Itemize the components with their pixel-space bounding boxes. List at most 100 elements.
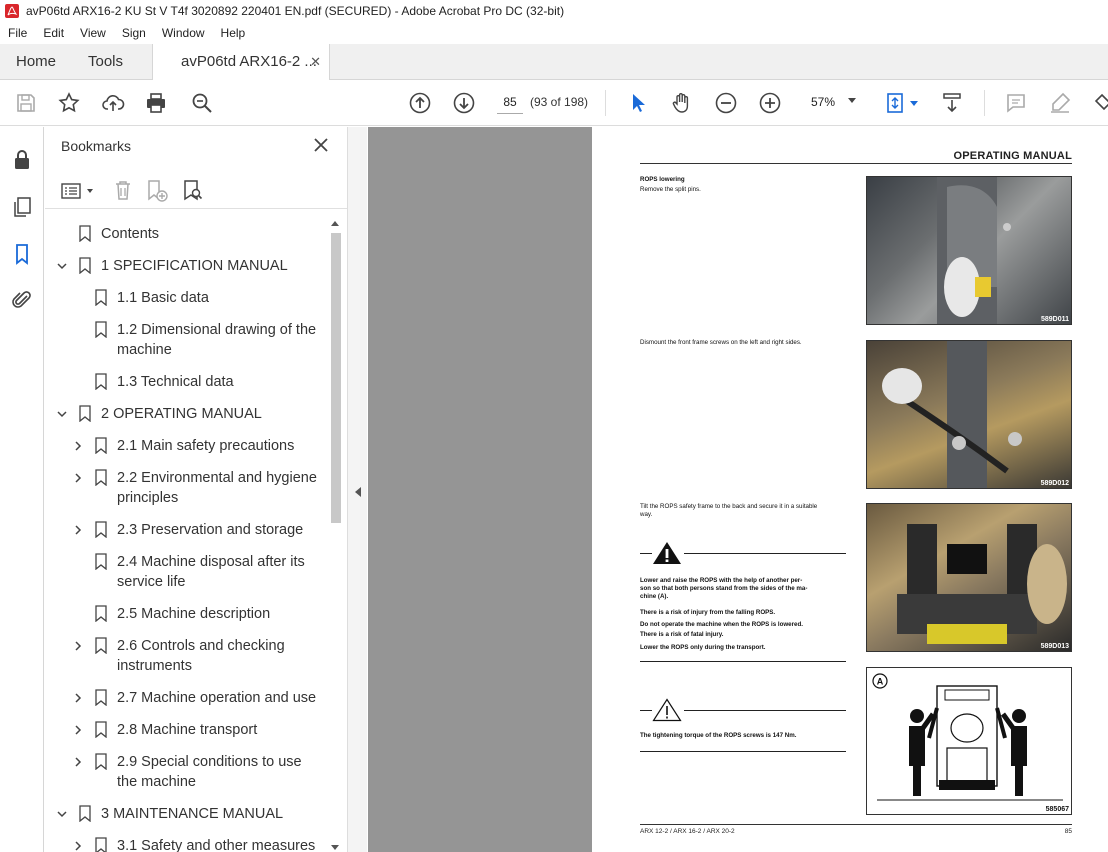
chevron-right-icon[interactable]: [73, 641, 83, 651]
select-cursor-icon[interactable]: [626, 91, 650, 115]
page-thumbnails-icon[interactable]: [10, 195, 34, 219]
bookmark-icon: [79, 805, 91, 822]
bookmark-item[interactable]: 1 SPECIFICATION MANUAL: [45, 256, 327, 276]
highlight-pen-icon[interactable]: [1048, 91, 1072, 115]
figure-caption: 589D011: [1040, 316, 1069, 323]
bookmark-label: Contents: [101, 226, 160, 242]
lock-icon[interactable]: [10, 148, 34, 172]
bookmark-item[interactable]: 2.9 Special conditions to use the machine: [45, 752, 327, 792]
next-page-icon[interactable]: [452, 91, 476, 115]
bookmark-icon: [79, 225, 91, 242]
chevron-down-icon[interactable]: [57, 261, 67, 271]
zoom-dropdown-icon[interactable]: [848, 98, 856, 103]
chevron-down-icon[interactable]: [57, 809, 67, 819]
step-text: Remove the split pins.: [640, 186, 701, 193]
bookmark-item[interactable]: 2.5 Machine description: [45, 604, 327, 624]
bookmark-item[interactable]: Contents: [45, 224, 327, 244]
menu-window[interactable]: Window: [154, 22, 213, 44]
document-viewer[interactable]: OPERATING MANUAL ROPS lowering Remove th…: [368, 127, 1108, 852]
warning-text: There is a risk of injury from the falli…: [640, 609, 776, 616]
warning-text: chine (A).: [640, 593, 669, 600]
step-text: Dismount the front frame screws on the l…: [640, 339, 802, 346]
tab-home[interactable]: Home: [16, 44, 56, 80]
chevron-right-icon[interactable]: [73, 725, 83, 735]
zoom-level-input[interactable]: 57%: [805, 90, 841, 114]
bookmark-item[interactable]: 2.3 Preservation and storage: [45, 520, 327, 540]
delete-icon[interactable]: [113, 179, 133, 201]
warning-text: son so that both persons stand from the …: [640, 585, 808, 592]
scroll-mode-icon[interactable]: [940, 91, 964, 115]
menu-view[interactable]: View: [72, 22, 114, 44]
zoom-in-icon[interactable]: [758, 91, 782, 115]
chevron-right-icon[interactable]: [73, 757, 83, 767]
bookmark-item[interactable]: 2.7 Machine operation and use: [45, 688, 327, 708]
fit-page-icon[interactable]: [884, 91, 908, 115]
pdf-page: OPERATING MANUAL ROPS lowering Remove th…: [592, 127, 1108, 852]
chevron-right-icon[interactable]: [73, 473, 83, 483]
menu-sign[interactable]: Sign: [114, 22, 154, 44]
bookmark-item[interactable]: 2.2 Environmental and hygiene principles: [45, 468, 327, 508]
chevron-right-icon[interactable]: [73, 525, 83, 535]
star-icon[interactable]: [57, 91, 81, 115]
chevron-down-icon[interactable]: [57, 409, 67, 419]
chevron-right-icon[interactable]: [73, 841, 83, 851]
bookmark-item[interactable]: 2.8 Machine transport: [45, 720, 327, 740]
bookmark-icon: [79, 405, 91, 422]
bookmark-icon: [95, 605, 107, 622]
bookmark-item[interactable]: 2.1 Main safety precautions: [45, 436, 327, 456]
close-icon[interactable]: [313, 137, 329, 153]
comment-icon[interactable]: [1004, 91, 1028, 115]
fit-dropdown-icon[interactable]: [910, 101, 918, 106]
options-list-icon[interactable]: [61, 181, 83, 201]
collapse-panel-icon[interactable]: [355, 487, 361, 497]
bookmark-label: 1.2 Dimensional drawing of the: [117, 322, 317, 338]
bookmarks-scrollbar[interactable]: [328, 219, 342, 852]
bookmark-item[interactable]: 2.6 Controls and checking instruments: [45, 636, 327, 676]
bookmark-label: 2.2 Environmental and hygiene: [117, 470, 317, 486]
bookmark-label: 2.3 Preservation and storage: [117, 522, 304, 538]
menu-edit[interactable]: Edit: [35, 22, 72, 44]
zoom-search-icon[interactable]: [190, 91, 214, 115]
bookmarks-panel-icon[interactable]: [10, 242, 34, 266]
bookmark-item[interactable]: 1.1 Basic data: [45, 288, 327, 308]
bookmark-item[interactable]: 2 OPERATING MANUAL: [45, 404, 327, 424]
options-dropdown-icon[interactable]: [87, 189, 93, 193]
panel-splitter[interactable]: [347, 127, 367, 852]
draw-icon[interactable]: [1090, 91, 1108, 115]
find-bookmark-icon[interactable]: [181, 179, 205, 203]
hand-tool-icon[interactable]: [670, 91, 694, 115]
figure-caption: 585067: [1045, 806, 1069, 813]
bookmark-icon: [79, 257, 91, 274]
bookmark-item[interactable]: 3.1 Safety and other measuresduring main…: [45, 836, 327, 852]
chevron-right-icon[interactable]: [73, 441, 83, 451]
warning-text: Do not operate the machine when the ROPS…: [640, 621, 803, 628]
menu-help[interactable]: Help: [213, 22, 254, 44]
bookmark-icon: [95, 321, 107, 338]
window-title: avP06td ARX16-2 KU St V T4f 3020892 2204…: [26, 4, 565, 18]
print-icon[interactable]: [144, 91, 168, 115]
menu-file[interactable]: File: [0, 22, 35, 44]
scroll-up-icon[interactable]: [331, 221, 339, 226]
scroll-down-icon[interactable]: [331, 845, 339, 850]
page-number-input[interactable]: 85: [497, 90, 523, 114]
zoom-out-icon[interactable]: [714, 91, 738, 115]
previous-page-icon[interactable]: [408, 91, 432, 115]
step-text-line1: Tilt the ROPS safety frame to the back a…: [640, 503, 818, 510]
upload-cloud-icon[interactable]: [101, 91, 125, 115]
save-icon[interactable]: [14, 91, 38, 115]
new-bookmark-icon[interactable]: [145, 179, 169, 203]
scrollbar-thumb[interactable]: [331, 233, 341, 523]
bookmark-item[interactable]: 1.2 Dimensional drawing of the machine: [45, 320, 327, 360]
tab-close-icon[interactable]: ✕: [310, 44, 321, 80]
bookmark-item[interactable]: 3 MAINTENANCE MANUAL: [45, 804, 327, 824]
bookmark-icon: [95, 553, 107, 570]
tab-tools[interactable]: Tools: [88, 44, 123, 80]
warning-end-rule: [640, 661, 846, 662]
left-rail: [0, 127, 44, 852]
tab-document[interactable]: avP06td ARX16-2 ... ✕: [152, 44, 330, 81]
bookmark-item[interactable]: 2.4 Machine disposal after its service li…: [45, 552, 327, 592]
bookmark-item[interactable]: 1.3 Technical data: [45, 372, 327, 392]
chevron-right-icon[interactable]: [73, 693, 83, 703]
bookmark-icon: [95, 721, 107, 738]
attachments-icon[interactable]: [10, 288, 34, 312]
